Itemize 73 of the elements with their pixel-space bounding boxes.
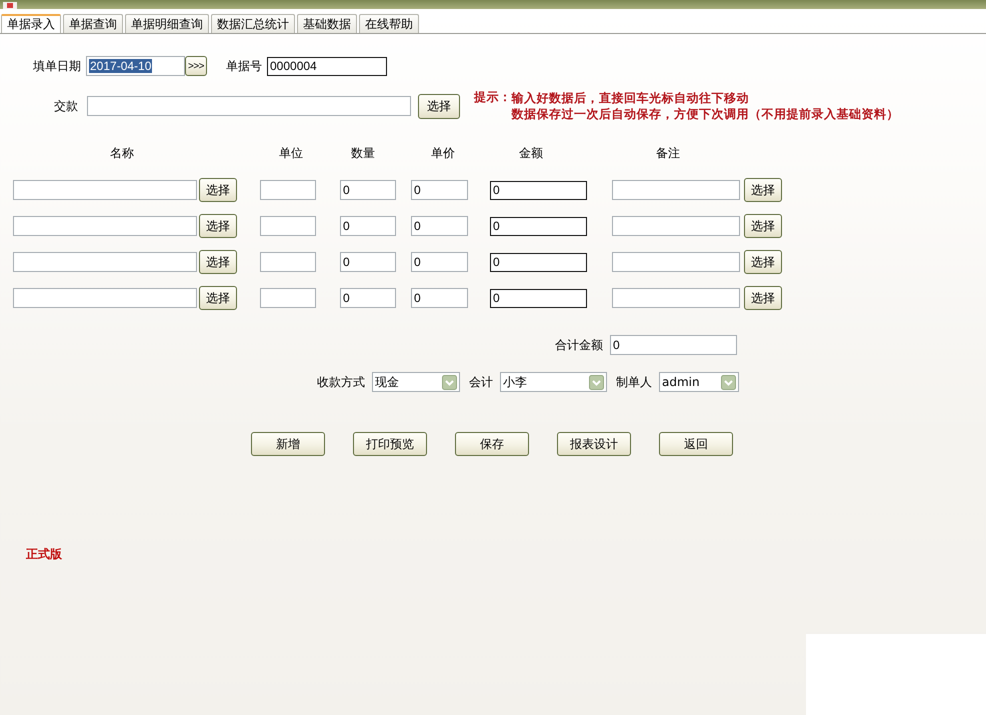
price-field[interactable]: 0	[411, 288, 468, 308]
date-label: 填单日期	[33, 58, 81, 74]
select-label: 收款方式	[317, 374, 365, 390]
tab[interactable]: 在线帮助	[359, 14, 419, 33]
select-button[interactable]: 选择	[199, 250, 237, 274]
note-field[interactable]	[612, 216, 740, 236]
column-header: 单价	[430, 146, 456, 161]
note-field[interactable]	[612, 252, 740, 272]
select-label: 制单人	[616, 374, 652, 390]
price-field[interactable]: 0	[411, 252, 468, 272]
select-button[interactable]: 选择	[744, 250, 782, 274]
tab[interactable]: 基础数据	[297, 14, 357, 33]
select-button[interactable]: 选择	[744, 286, 782, 310]
action-button[interactable]: 返回	[659, 432, 733, 456]
quantity-field[interactable]: 0	[340, 288, 396, 308]
select-label: 会计	[469, 374, 493, 390]
date-field[interactable]: 2017-04-10	[86, 56, 185, 76]
column-header: 单位	[278, 146, 304, 161]
hint-text: 输入好数据后，直接回车光标自动往下移动	[512, 90, 750, 106]
quantity-field[interactable]: 0	[340, 216, 396, 236]
unit-field[interactable]	[260, 288, 316, 308]
name-field[interactable]	[13, 252, 197, 272]
action-button[interactable]: 新增	[251, 432, 325, 456]
tab[interactable]: 单据查询	[63, 14, 123, 33]
dropdown[interactable]: admin	[659, 372, 739, 392]
edition-label: 正式版	[26, 547, 62, 562]
action-button[interactable]: 打印预览	[353, 432, 427, 456]
select-button[interactable]: 选择	[744, 214, 782, 238]
hint-label: 提示：	[474, 90, 512, 106]
select-button[interactable]: 选择	[199, 214, 237, 238]
amount-field[interactable]: 0	[490, 252, 587, 272]
name-field[interactable]	[13, 180, 197, 200]
amount-field[interactable]: 0	[490, 288, 587, 308]
unit-field[interactable]	[260, 252, 316, 272]
bill-number-label: 单据号	[226, 58, 262, 74]
unit-field[interactable]	[260, 180, 316, 200]
column-header: 名称	[109, 146, 135, 161]
quantity-field[interactable]: 0	[340, 252, 396, 272]
chevron-down-icon	[721, 374, 736, 390]
quantity-field[interactable]: 0	[340, 180, 396, 200]
hint-text: 数据保存过一次后自动保存，方便下次调用（不用提前录入基础资料）	[512, 106, 899, 122]
tab[interactable]: 单据明细查询	[125, 14, 209, 33]
select-button[interactable]: 选择	[418, 94, 460, 118]
column-header: 备注	[655, 146, 681, 161]
action-button[interactable]: 报表设计	[557, 432, 631, 456]
name-field[interactable]	[13, 216, 197, 236]
select-button[interactable]: 选择	[199, 178, 237, 202]
tab[interactable]: 数据汇总统计	[211, 14, 295, 33]
date-picker-button[interactable]: >>>	[185, 56, 207, 76]
name-field[interactable]	[13, 288, 197, 308]
dropdown[interactable]: 现金	[372, 372, 460, 392]
total-field[interactable]: 0	[610, 335, 737, 355]
chevron-down-icon	[589, 374, 604, 390]
note-field[interactable]	[612, 288, 740, 308]
price-field[interactable]: 0	[411, 216, 468, 236]
payer-label: 交款	[54, 98, 78, 114]
total-label: 合计金额	[555, 338, 603, 352]
column-header: 金额	[518, 146, 544, 161]
tab[interactable]: 单据录入	[1, 14, 61, 33]
column-header: 数量	[350, 146, 376, 161]
note-field[interactable]	[612, 180, 740, 200]
select-button[interactable]: 选择	[199, 286, 237, 310]
amount-field[interactable]: 0	[490, 216, 587, 236]
chevron-down-icon	[442, 374, 457, 390]
app-icon	[3, 2, 17, 9]
bill-number-field[interactable]: 0000004	[267, 56, 387, 76]
payer-field[interactable]	[87, 96, 411, 116]
dropdown[interactable]: 小李	[500, 372, 607, 392]
unit-field[interactable]	[260, 216, 316, 236]
select-button[interactable]: 选择	[744, 178, 782, 202]
price-field[interactable]: 0	[411, 180, 468, 200]
amount-field[interactable]: 0	[490, 180, 587, 200]
action-button[interactable]: 保存	[455, 432, 529, 456]
